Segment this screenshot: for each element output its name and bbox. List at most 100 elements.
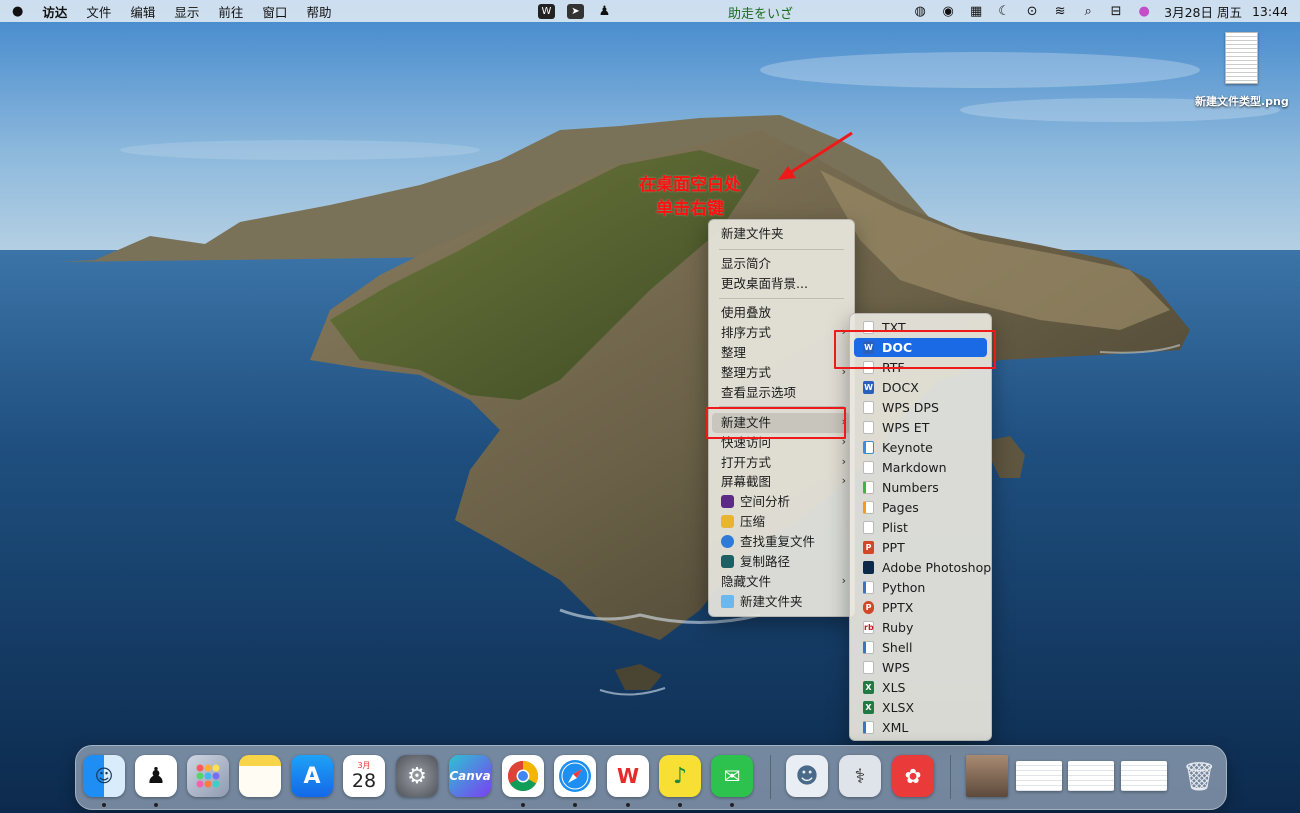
- menu-item-label: 空间分析: [740, 494, 791, 509]
- menubar-center-title[interactable]: 助走をいざ: [728, 3, 793, 22]
- play-icon[interactable]: ⊙: [1024, 4, 1040, 19]
- disk-utility-icon[interactable]: ⚕: [839, 755, 881, 797]
- menu-bar: ● 访达 文件 编辑 显示 前往 窗口 帮助 W ➤ ♟ 助走をいざ ◍ ◉ ▦…: [0, 0, 1300, 22]
- file-thumbnail: [1224, 32, 1258, 84]
- submenu-item-label: PPTX: [882, 600, 914, 615]
- wechat-icon[interactable]: ✉: [711, 755, 753, 797]
- submenu-item-photoshop[interactable]: Adobe Photoshop: [854, 558, 991, 577]
- red-app-icon[interactable]: ✿: [892, 755, 934, 797]
- compress-icon: [721, 515, 734, 528]
- menu-view[interactable]: 显示: [174, 2, 199, 21]
- wechat-status-icon[interactable]: ◉: [940, 4, 956, 19]
- menu-item-sort-by[interactable]: 排序方式: [721, 324, 846, 342]
- qq-status-icon[interactable]: ♟: [596, 4, 613, 19]
- submenu-item-ruby[interactable]: rb Ruby: [854, 618, 987, 637]
- menu-item-open-with[interactable]: 打开方式: [721, 454, 771, 472]
- submenu-item-plist[interactable]: Plist: [854, 518, 987, 537]
- menu-file[interactable]: 文件: [86, 2, 111, 21]
- wps-icon[interactable]: W: [607, 755, 649, 797]
- submenu-item-label: Pages: [882, 500, 919, 515]
- safari-compass: [559, 760, 591, 792]
- menu-item-new-folder-2[interactable]: 新建文件夹: [721, 593, 803, 611]
- search-icon[interactable]: ⌕: [1080, 4, 1096, 19]
- control-center-icon[interactable]: ⊟: [1108, 4, 1124, 19]
- menu-item-compress[interactable]: 压缩: [721, 513, 765, 531]
- window-thumbnail-icon[interactable]: [1016, 761, 1062, 791]
- submenu-item-xml[interactable]: XML: [854, 718, 987, 737]
- canva-icon[interactable]: Canva: [449, 755, 491, 797]
- siri-icon[interactable]: ●: [1136, 4, 1152, 19]
- cursor-status-icon[interactable]: ➤: [567, 3, 584, 19]
- submenu-item-markdown[interactable]: Markdown: [854, 458, 987, 477]
- submenu-item-xls[interactable]: X XLS: [854, 678, 987, 697]
- menu-item-copy-path[interactable]: 复制路径: [721, 553, 790, 571]
- chrome-logo: [507, 761, 539, 792]
- menu-go[interactable]: 前往: [218, 2, 243, 21]
- submenu-item-wps-et[interactable]: WPS ET: [854, 418, 987, 437]
- running-indicator: [102, 803, 106, 807]
- finder-icon[interactable]: ☺: [83, 755, 125, 797]
- moon-icon[interactable]: ☾: [996, 4, 1012, 19]
- photo-thumbnail-icon[interactable]: [966, 755, 1008, 797]
- menu-item-new-folder[interactable]: 新建文件夹: [721, 225, 784, 243]
- globe-icon[interactable]: ◍: [912, 4, 928, 19]
- annotation-line-1: 在桌面空白处: [639, 175, 741, 195]
- running-indicator: [573, 803, 577, 807]
- qq-music-icon[interactable]: ♪: [659, 755, 701, 797]
- desktop-file-name: 新建文件类型.png: [1195, 95, 1289, 108]
- folder-icon: [721, 595, 734, 608]
- wifi-icon[interactable]: ≋: [1052, 4, 1068, 19]
- system-settings-icon[interactable]: ⚙: [396, 755, 438, 797]
- submenu-item-label: Markdown: [882, 460, 947, 475]
- menu-item-find-duplicates[interactable]: 查找重复文件: [721, 533, 815, 551]
- menu-item-get-info[interactable]: 显示简介: [721, 255, 771, 273]
- chrome-window-thumbnail-icon[interactable]: [1068, 761, 1114, 791]
- menu-item-show-view-options[interactable]: 查看显示选项: [721, 384, 796, 402]
- menu-edit[interactable]: 编辑: [130, 2, 155, 21]
- menu-separator: [719, 298, 844, 299]
- trash-icon[interactable]: 🗑: [1178, 755, 1220, 797]
- qq-icon[interactable]: ♟: [135, 755, 177, 797]
- menu-item-clean-up-by[interactable]: 整理方式: [721, 364, 771, 382]
- menu-item-hidden-files[interactable]: 隐藏文件: [721, 573, 771, 591]
- keynote-file-icon: [863, 441, 874, 454]
- desktop-wallpaper[interactable]: [0, 0, 1300, 813]
- desktop-file[interactable]: 新建文件类型.png: [1195, 32, 1289, 109]
- calendar-month: 3月: [357, 760, 371, 770]
- menu-app-name[interactable]: 访达: [42, 2, 67, 21]
- menu-help[interactable]: 帮助: [306, 2, 331, 21]
- submenu-item-shell[interactable]: Shell: [854, 638, 987, 657]
- submenu-item-pptx[interactable]: P PPTX: [854, 598, 987, 617]
- submenu-item-keynote[interactable]: Keynote: [854, 438, 987, 457]
- assistant-app-icon[interactable]: ☻: [786, 755, 828, 797]
- menu-item-screenshot[interactable]: 屏幕截图: [721, 473, 771, 491]
- menu-item-space-analysis[interactable]: 空间分析: [721, 493, 790, 511]
- menu-window[interactable]: 窗口: [262, 2, 287, 21]
- chrome-icon[interactable]: [502, 755, 544, 797]
- submenu-item-xlsx[interactable]: X XLSX: [854, 698, 987, 717]
- submenu-item-docx[interactable]: W DOCX: [854, 378, 987, 397]
- safari-icon[interactable]: [554, 755, 596, 797]
- submenu-item-numbers[interactable]: Numbers: [854, 478, 987, 497]
- submenu-item-label: WPS DPS: [882, 400, 939, 415]
- menubar-date[interactable]: 3月28日 周五: [1164, 2, 1242, 21]
- submenu-item-ppt[interactable]: P PPT: [854, 538, 987, 557]
- menubar-time[interactable]: 13:44: [1252, 4, 1288, 19]
- submenu-item-label: Keynote: [882, 440, 933, 455]
- menu-item-clean-up[interactable]: 整理: [721, 344, 746, 362]
- launchpad-icon[interactable]: [187, 755, 229, 797]
- submenu-item-python[interactable]: Python: [854, 578, 987, 597]
- wps-status-icon[interactable]: W: [538, 3, 555, 19]
- apple-menu-icon[interactable]: ●: [12, 4, 23, 19]
- submenu-item-wps[interactable]: WPS: [854, 658, 987, 677]
- submenu-item-pages[interactable]: Pages: [854, 498, 987, 517]
- running-indicator: [154, 803, 158, 807]
- menu-item-use-stacks[interactable]: 使用叠放: [721, 304, 771, 322]
- calendar-icon[interactable]: 3月 28: [343, 755, 385, 797]
- app-store-icon[interactable]: A: [291, 755, 333, 797]
- input-method-icon[interactable]: ▦: [968, 4, 984, 19]
- submenu-item-wps-dps[interactable]: WPS DPS: [854, 398, 987, 417]
- notes-icon[interactable]: [239, 755, 281, 797]
- qq-music-window-thumbnail-icon[interactable]: [1121, 761, 1167, 791]
- menu-item-change-background[interactable]: 更改桌面背景...: [721, 275, 808, 293]
